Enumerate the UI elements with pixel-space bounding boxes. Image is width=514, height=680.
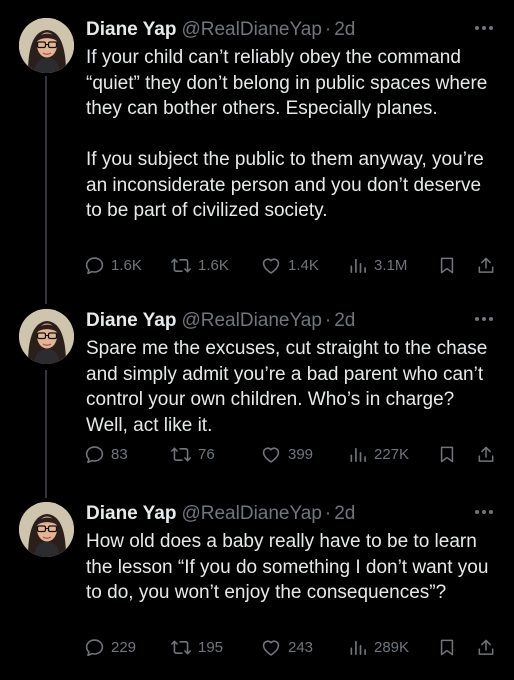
- share-button[interactable]: [476, 253, 496, 277]
- views-bar-chart-icon: [350, 640, 366, 655]
- bookmark-icon: [440, 639, 454, 655]
- timestamp[interactable]: 2d: [334, 309, 355, 333]
- repost-arrows-icon: [171, 258, 191, 272]
- avatar-image: [19, 18, 74, 73]
- reply-bubble-icon: [85, 445, 104, 463]
- reply-button[interactable]: 83: [84, 442, 128, 466]
- view-count: 227K: [374, 445, 410, 463]
- timestamp[interactable]: 2d: [334, 502, 355, 526]
- share-button[interactable]: [476, 635, 496, 659]
- tweet-header: Diane Yap @RealDianeYap · 2d: [86, 18, 355, 42]
- avatar[interactable]: [19, 502, 74, 557]
- tweet-text: Spare me the excuses, cut straight to th…: [86, 338, 488, 436]
- more-horizontal-icon: [475, 26, 493, 30]
- user-handle[interactable]: @RealDianeYap: [181, 309, 321, 333]
- action-bar: 229 195 243 289K: [80, 635, 500, 659]
- view-count: 289K: [374, 638, 410, 656]
- views-button[interactable]: 3.1M: [348, 253, 407, 277]
- reply-bubble-icon: [85, 256, 104, 274]
- heart-icon: [262, 639, 280, 656]
- share-upload-icon: [478, 257, 494, 273]
- bookmark-icon: [440, 446, 454, 462]
- more-options-button[interactable]: [472, 309, 496, 329]
- user-handle[interactable]: @RealDianeYap: [181, 18, 321, 42]
- tweet-text: If your child can’t reliably obey the co…: [86, 47, 488, 221]
- repost-count: 1.6K: [198, 256, 229, 274]
- reply-button[interactable]: 229: [84, 635, 136, 659]
- like-count: 399: [288, 445, 314, 463]
- view-count: 3.1M: [374, 256, 408, 274]
- tweet[interactable]: Diane Yap @RealDianeYap · 2d How old doe…: [0, 502, 514, 662]
- avatar-image: [19, 502, 74, 557]
- bookmark-button[interactable]: [437, 253, 457, 277]
- display-name[interactable]: Diane Yap: [86, 309, 176, 333]
- more-horizontal-icon: [475, 317, 493, 321]
- like-button[interactable]: 1.4K: [260, 253, 319, 277]
- share-upload-icon: [478, 639, 494, 655]
- tweet[interactable]: Diane Yap @RealDianeYap · 2d Spare me th…: [0, 309, 514, 469]
- like-button[interactable]: 399: [260, 442, 313, 466]
- display-name[interactable]: Diane Yap: [86, 18, 176, 42]
- heart-icon: [262, 446, 280, 463]
- reply-button[interactable]: 1.6K: [84, 253, 142, 277]
- repost-count: 76: [198, 445, 215, 463]
- user-handle[interactable]: @RealDianeYap: [181, 502, 321, 526]
- views-button[interactable]: 289K: [348, 635, 409, 659]
- display-name[interactable]: Diane Yap: [86, 502, 176, 526]
- tweet-header: Diane Yap @RealDianeYap · 2d: [86, 309, 355, 333]
- more-options-button[interactable]: [472, 18, 496, 38]
- repost-arrows-icon: [171, 640, 191, 654]
- like-count: 243: [288, 638, 314, 656]
- repost-button[interactable]: 76: [170, 442, 215, 466]
- tweet[interactable]: Diane Yap @RealDianeYap · 2d If your chi…: [0, 18, 514, 280]
- bookmark-icon: [440, 257, 454, 273]
- action-bar: 1.6K 1.6K 1.4K 3.1M: [80, 253, 500, 277]
- repost-button[interactable]: 195: [170, 635, 223, 659]
- tweet-text: How old does a baby really have to be to…: [86, 531, 489, 603]
- reply-count: 1.6K: [111, 256, 142, 274]
- separator-dot: ·: [324, 19, 332, 40]
- views-button[interactable]: 227K: [348, 442, 409, 466]
- bookmark-button[interactable]: [437, 635, 457, 659]
- timestamp[interactable]: 2d: [334, 18, 355, 42]
- bookmark-button[interactable]: [437, 442, 457, 466]
- repost-button[interactable]: 1.6K: [170, 253, 229, 277]
- tweet-thread: Diane Yap @RealDianeYap · 2d If your chi…: [0, 0, 514, 680]
- views-bar-chart-icon: [350, 258, 366, 273]
- separator-dot: ·: [324, 310, 332, 331]
- more-horizontal-icon: [475, 510, 493, 514]
- reply-count: 83: [111, 445, 128, 463]
- tweet-header: Diane Yap @RealDianeYap · 2d: [86, 502, 355, 526]
- share-button[interactable]: [476, 442, 496, 466]
- share-upload-icon: [478, 446, 494, 462]
- reply-count: 229: [111, 638, 137, 656]
- like-count: 1.4K: [288, 256, 319, 274]
- heart-icon: [262, 257, 280, 274]
- reply-bubble-icon: [85, 638, 104, 656]
- repost-arrows-icon: [171, 447, 191, 461]
- avatar[interactable]: [19, 18, 74, 73]
- action-bar: 83 76 399 227K: [80, 442, 500, 466]
- like-button[interactable]: 243: [260, 635, 313, 659]
- repost-count: 195: [198, 638, 224, 656]
- more-options-button[interactable]: [472, 502, 496, 522]
- avatar-image: [19, 309, 74, 364]
- views-bar-chart-icon: [350, 447, 366, 462]
- separator-dot: ·: [324, 503, 332, 524]
- avatar[interactable]: [19, 309, 74, 364]
